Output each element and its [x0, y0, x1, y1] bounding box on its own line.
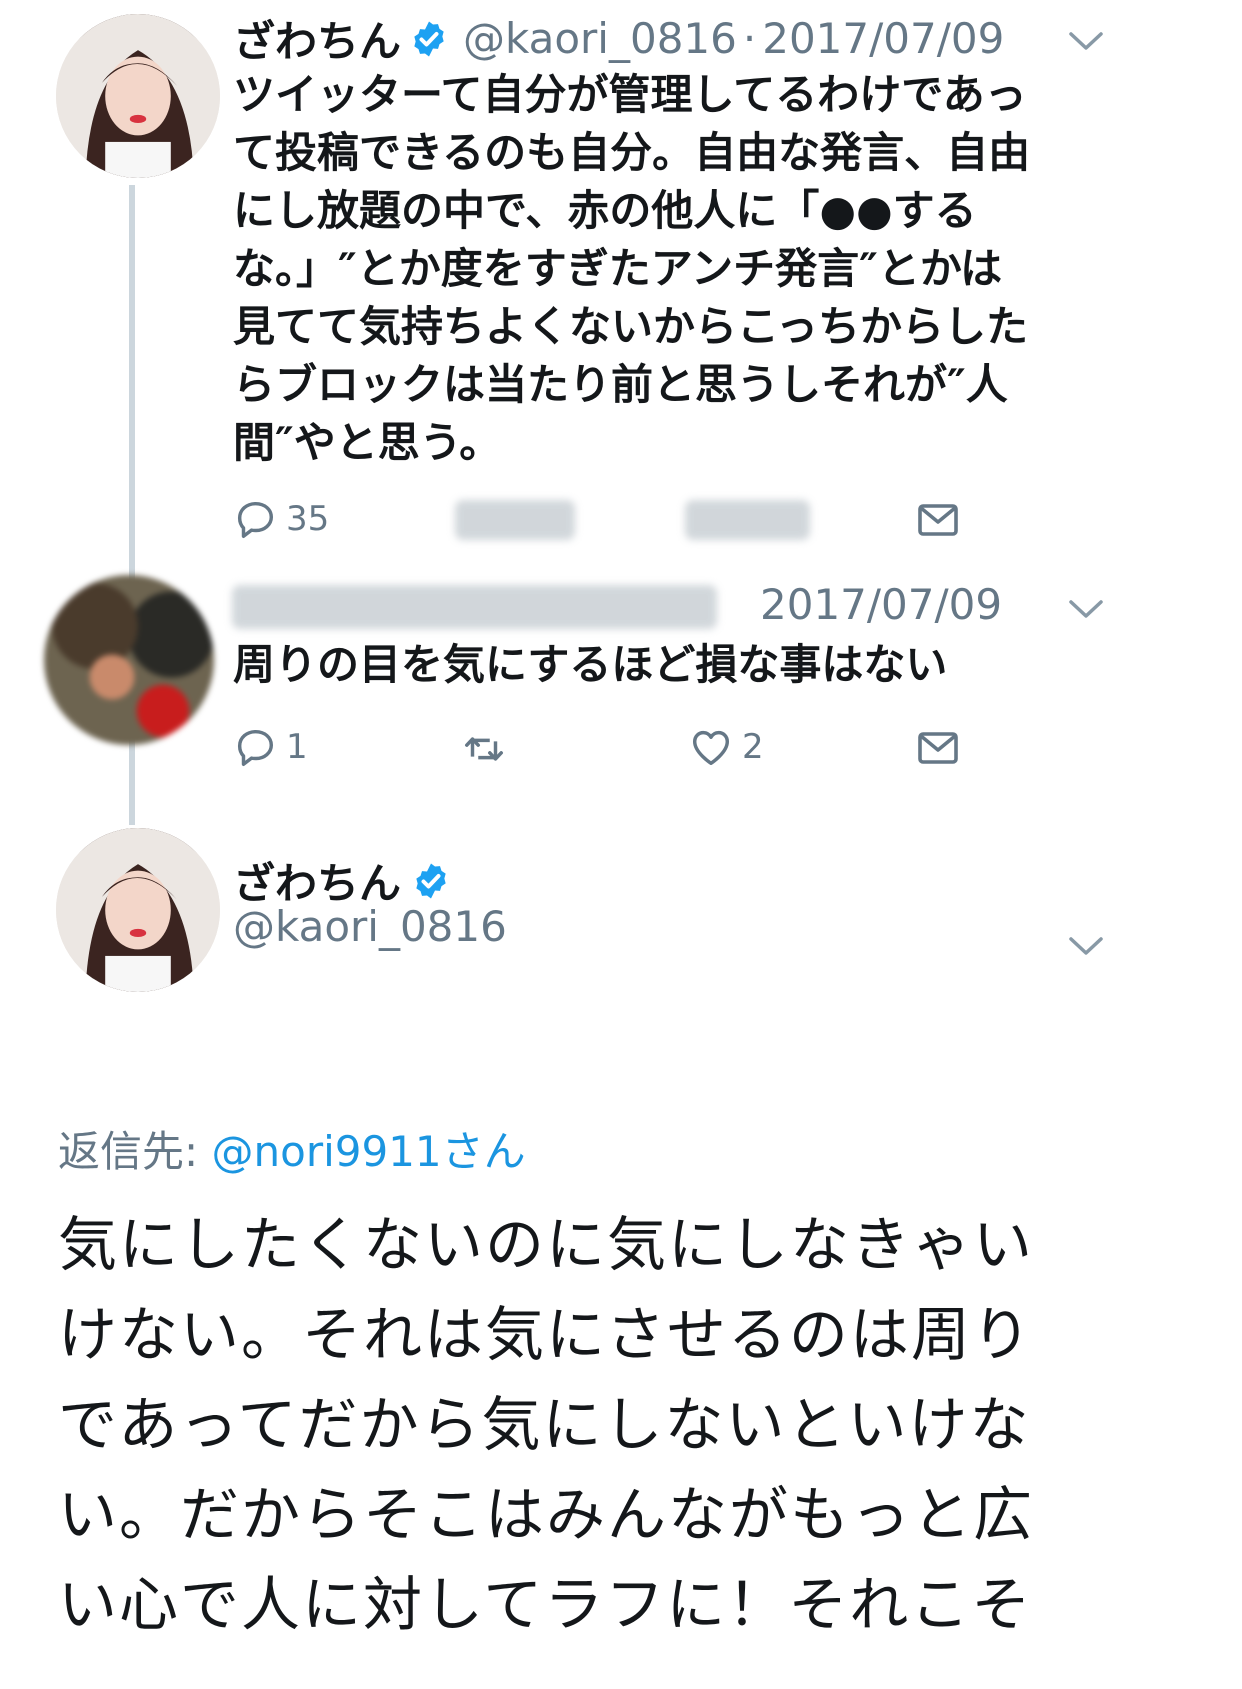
tweet-line: 間″やと思う。 — [233, 418, 502, 467]
like-button-obscured[interactable] — [685, 500, 810, 540]
tweet-line: ツイッターて自分が管理してるわけであっ — [233, 70, 1027, 119]
author-handle[interactable]: @kaori_0816 — [233, 902, 507, 951]
tweet-text: ツイッターて自分が管理してるわけであっ て投稿できるのも自分。自由な発言、自由 … — [233, 66, 1113, 472]
tweet-line: な。」″とか度をすぎたアンチ発言″とかは — [233, 244, 1003, 293]
avatar-image — [56, 828, 220, 992]
reply-count: 35 — [286, 499, 330, 539]
author-handle[interactable]: @kaori_0816 — [463, 14, 737, 63]
author-name-obscured[interactable] — [232, 585, 717, 629]
chevron-down-icon[interactable] — [1068, 30, 1104, 52]
chevron-down-icon[interactable] — [1068, 935, 1104, 957]
retweet-icon[interactable] — [458, 726, 510, 772]
like-button[interactable]: 2 — [688, 724, 764, 770]
tweet-date[interactable]: 2017/07/09 — [762, 14, 1004, 63]
author-name[interactable]: ざわちん — [233, 8, 401, 69]
reply-button[interactable]: 35 — [232, 496, 329, 542]
tweet-line: い心で人に対してラフに！それこそ — [58, 1570, 1033, 1639]
avatar[interactable] — [44, 575, 214, 745]
chevron-down-icon[interactable] — [1068, 598, 1104, 620]
focused-tweet-text: 気にしたくないのに気にしなきゃい けない。それは気にさせるのは周り であってだか… — [58, 1200, 1218, 1650]
verified-icon — [414, 21, 444, 56]
verified-icon — [416, 863, 446, 898]
tweet-line: 見てて気持ちよくないからこっちからした — [233, 302, 1029, 351]
tweet-line: 気にしたくないのに気にしなきゃい — [58, 1210, 1035, 1279]
reply-button[interactable]: 1 — [232, 724, 308, 770]
reply-icon — [237, 729, 274, 766]
dm-icon[interactable] — [914, 724, 962, 772]
like-count: 2 — [742, 727, 764, 767]
reply-to-link[interactable]: @nori9911さん — [212, 1127, 526, 1176]
tweet-line: らブロックは当たり前と思うしそれが″人 — [233, 360, 1008, 409]
tweet-line: にし放題の中で、赤の他人に「●●する — [233, 186, 977, 235]
like-icon — [692, 730, 730, 766]
avatar[interactable] — [56, 828, 220, 992]
reply-count: 1 — [286, 727, 308, 767]
tweet-text: 周りの目を気にするほど損な事はない — [233, 640, 948, 689]
tweet-line: であってだから気にしないといけな — [58, 1390, 1031, 1459]
separator: · — [742, 14, 757, 63]
tweet-date[interactable]: 2017/07/09 — [760, 580, 1002, 629]
avatar[interactable] — [56, 14, 220, 178]
avatar-image — [56, 14, 220, 178]
tweet-line: けない。それは気にさせるのは周り — [58, 1300, 1033, 1369]
tweet-line: い。だからそこはみんながもっと広 — [58, 1480, 1035, 1549]
reply-icon — [237, 501, 274, 538]
retweet-button-obscured[interactable] — [455, 500, 575, 540]
reply-to-label: 返信先: — [58, 1127, 199, 1176]
dm-icon[interactable] — [914, 496, 962, 544]
tweet-line: て投稿できるのも自分。自由な発言、自由 — [233, 128, 1031, 177]
